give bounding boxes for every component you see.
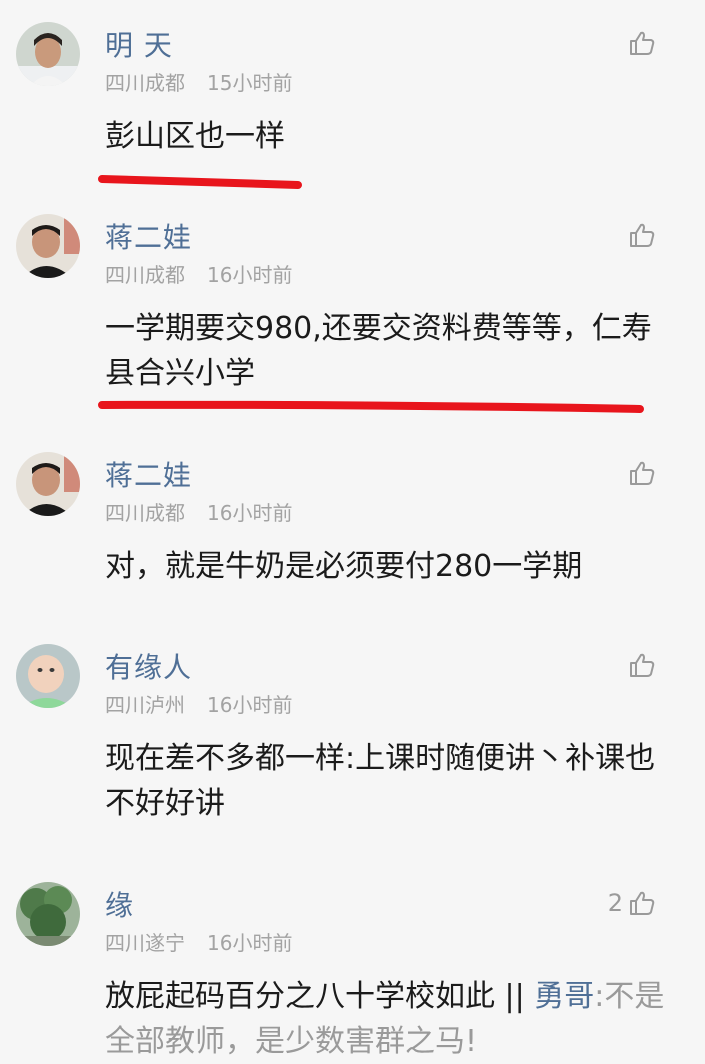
like-count: 2 xyxy=(607,889,623,917)
username[interactable]: 蒋二娃 xyxy=(105,216,192,256)
location: 四川遂宁 xyxy=(105,931,185,955)
comment-meta: 四川成都 15小时前 xyxy=(105,67,292,96)
timestamp: 16小时前 xyxy=(207,263,293,287)
like-button[interactable] xyxy=(623,458,657,488)
avatar[interactable] xyxy=(16,22,80,86)
location: 四川成都 xyxy=(105,263,185,287)
comment-meta: 四川成都 16小时前 xyxy=(105,259,292,288)
comment-text: 放屁起码百分之八十学校如此 || 勇哥:不是全部教师，是少数害群之马! xyxy=(105,974,675,1064)
avatar[interactable] xyxy=(16,644,80,708)
username[interactable]: 蒋二娃 xyxy=(105,454,192,494)
timestamp: 16小时前 xyxy=(207,501,293,525)
comment-text: 一学期要交980,还要交资料费等等，仁寿县合兴小学 xyxy=(105,311,652,391)
comment-text: 现在差不多都一样:上课时随便讲丶补课也不好好讲 xyxy=(105,741,656,821)
avatar[interactable] xyxy=(16,452,80,516)
thumbs-up-icon xyxy=(630,891,655,915)
thumbs-up-icon xyxy=(630,223,655,247)
like-button[interactable]: 2 xyxy=(608,888,657,918)
comment-meta: 四川成都 16小时前 xyxy=(105,497,292,526)
red-underline xyxy=(98,400,644,413)
comment-main-text: 放屁起码百分之八十学校如此 xyxy=(105,979,495,1014)
comment-meta: 四川泸州 16小时前 xyxy=(105,689,292,718)
comment-text: 对，就是牛奶是必须要付280一学期 xyxy=(105,549,583,584)
red-underline xyxy=(98,175,302,189)
thumbs-up-icon xyxy=(630,653,655,677)
timestamp: 16小时前 xyxy=(207,693,293,717)
location: 四川成都 xyxy=(105,501,185,525)
like-button[interactable] xyxy=(623,650,657,680)
like-button[interactable] xyxy=(623,220,657,250)
avatar[interactable] xyxy=(16,882,80,946)
reply-separator: || xyxy=(495,979,535,1014)
username[interactable]: 缘 xyxy=(105,884,134,924)
reply-username[interactable]: 勇哥 xyxy=(534,979,594,1014)
location: 四川成都 xyxy=(105,71,185,95)
comment-meta: 四川遂宁 16小时前 xyxy=(105,927,292,956)
timestamp: 15小时前 xyxy=(207,71,293,95)
thumbs-up-icon xyxy=(630,31,655,55)
username[interactable]: 明 天 xyxy=(105,24,173,64)
username[interactable]: 有缘人 xyxy=(105,646,192,686)
like-button[interactable] xyxy=(623,28,657,58)
location: 四川泸州 xyxy=(105,693,185,717)
avatar[interactable] xyxy=(16,214,80,278)
timestamp: 16小时前 xyxy=(207,931,293,955)
comment-text: 彭山区也一样 xyxy=(105,119,285,154)
thumbs-up-icon xyxy=(630,461,655,485)
